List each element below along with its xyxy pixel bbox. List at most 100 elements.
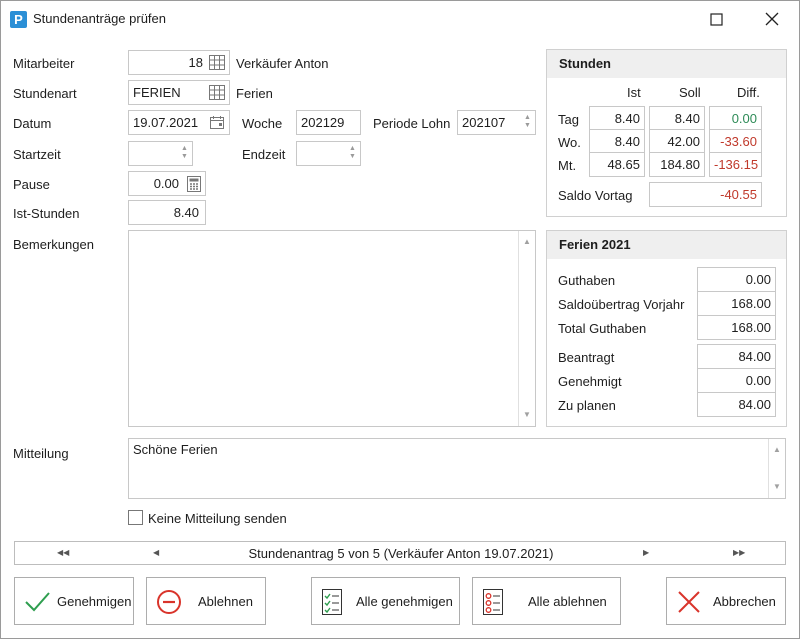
ferien-total-guthaben: 168.00 bbox=[697, 315, 776, 340]
ferien-row-label: Saldoübertrag Vorjahr bbox=[558, 297, 685, 312]
periode-field[interactable]: 202107 ▲ ▼ bbox=[457, 110, 536, 135]
record-navigator: ◀◀ ◀ Stundenantrag 5 von 5 (Verkäufer An… bbox=[14, 541, 786, 565]
stunden-row-label: Mt. bbox=[558, 158, 577, 173]
keine-mitteilung-label: Keine Mitteilung senden bbox=[148, 511, 287, 526]
periode-label: Periode Lohn bbox=[373, 116, 451, 131]
startzeit-spinner[interactable]: ▲ ▼ bbox=[181, 145, 189, 161]
calculator-icon[interactable] bbox=[187, 176, 201, 192]
scroll-down-icon[interactable]: ▼ bbox=[773, 479, 781, 495]
ferien-row-label: Total Guthaben bbox=[558, 321, 647, 336]
scroll-up-icon[interactable]: ▲ bbox=[773, 442, 781, 458]
keine-mitteilung-checkbox[interactable] bbox=[128, 510, 143, 525]
ferien-row-label: Guthaben bbox=[558, 273, 616, 288]
stunden-ist-woche: 8.40 bbox=[589, 129, 645, 154]
calculator-grid-icon[interactable] bbox=[209, 55, 225, 70]
periode-spinner[interactable]: ▲ ▼ bbox=[524, 114, 532, 130]
stunden-row-label: Tag bbox=[558, 112, 579, 127]
ferien-zu-planen: 84.00 bbox=[697, 392, 776, 417]
scroll-down-icon[interactable]: ▼ bbox=[523, 407, 531, 423]
alle-ablehnen-label: Alle ablehnen bbox=[528, 594, 607, 609]
window-title: Stundenanträge prüfen bbox=[33, 11, 166, 26]
alle-ablehnen-button[interactable]: Alle ablehnen bbox=[472, 577, 621, 625]
mitarbeiter-field[interactable]: 18 bbox=[128, 50, 230, 75]
startzeit-field[interactable]: ▲ ▼ bbox=[128, 141, 193, 166]
maximize-icon bbox=[710, 13, 723, 26]
abbrechen-button[interactable]: Abbrechen bbox=[666, 577, 786, 625]
stunden-ist-monat: 48.65 bbox=[589, 152, 645, 177]
stunden-row-label: Wo. bbox=[558, 135, 581, 150]
ferien-row-label: Beantragt bbox=[558, 350, 615, 365]
woche-label: Woche bbox=[242, 116, 283, 131]
stunden-header-ist: Ist bbox=[627, 85, 641, 100]
mitteilung-textarea[interactable]: Schöne Ferien ▲ ▼ bbox=[128, 438, 786, 499]
ist-stunden-field[interactable]: 8.40 bbox=[128, 200, 206, 225]
stunden-diff-tag: 0.00 bbox=[709, 106, 762, 131]
mitarbeiter-label: Mitarbeiter bbox=[13, 56, 75, 71]
ferien-beantragt: 84.00 bbox=[697, 344, 776, 369]
pause-value: 0.00 bbox=[153, 176, 179, 191]
ferien-guthaben: 0.00 bbox=[697, 267, 776, 292]
stundenart-label: Stundenart bbox=[13, 86, 77, 101]
endzeit-field[interactable]: ▲ ▼ bbox=[296, 141, 361, 166]
ferien-genehmigt: 0.00 bbox=[697, 368, 776, 393]
stunden-panel: Stunden Ist Soll Diff. Tag 8.40 8.40 0.0… bbox=[546, 49, 787, 217]
mitteilung-scrollbar[interactable]: ▲ ▼ bbox=[768, 439, 785, 498]
alle-genehmigen-button[interactable]: Alle genehmigen bbox=[311, 577, 460, 625]
ablehnen-button[interactable]: Ablehnen bbox=[146, 577, 266, 625]
bemerkungen-scrollbar[interactable]: ▲ ▼ bbox=[518, 231, 535, 426]
calendar-icon[interactable] bbox=[209, 115, 225, 130]
startzeit-label: Startzeit bbox=[13, 147, 61, 162]
bemerkungen-label: Bemerkungen bbox=[13, 237, 94, 252]
ferien-row-label: Zu planen bbox=[558, 398, 616, 413]
bemerkungen-textarea[interactable]: ▲ ▼ bbox=[128, 230, 536, 427]
stunden-header-soll: Soll bbox=[679, 85, 701, 100]
stunden-soll-woche: 42.00 bbox=[649, 129, 705, 154]
pause-field[interactable]: 0.00 bbox=[128, 171, 206, 196]
mitarbeiter-value: 18 bbox=[188, 55, 203, 70]
ferien-panel-title: Ferien 2021 bbox=[547, 231, 786, 259]
stundenart-field[interactable]: FERIEN bbox=[128, 80, 230, 105]
genehmigen-label: Genehmigen bbox=[57, 594, 132, 609]
ablehnen-label: Ablehnen bbox=[198, 594, 253, 609]
genehmigen-button[interactable]: Genehmigen bbox=[14, 577, 134, 625]
stunden-panel-title: Stunden bbox=[547, 50, 786, 78]
saldo-vortag-value: -40.55 bbox=[649, 182, 762, 207]
datum-field[interactable]: 19.07.2021 bbox=[128, 110, 230, 135]
checklist-approve-icon bbox=[322, 589, 342, 615]
abbrechen-label: Abbrechen bbox=[713, 594, 776, 609]
datum-label: Datum bbox=[13, 116, 52, 131]
maximize-button[interactable] bbox=[701, 5, 731, 33]
close-icon bbox=[765, 12, 779, 26]
datum-value: 19.07.2021 bbox=[133, 115, 199, 130]
mitteilung-value: Schöne Ferien bbox=[133, 442, 218, 457]
stunden-diff-monat: -136.15 bbox=[709, 152, 762, 177]
lookup-grid-icon[interactable] bbox=[209, 85, 225, 100]
checkmark-icon bbox=[25, 592, 50, 612]
ferien-row-label: Genehmigt bbox=[558, 374, 622, 389]
woche-field[interactable]: 202129 bbox=[296, 110, 361, 135]
stundenart-value: FERIEN bbox=[133, 85, 181, 100]
mitteilung-label: Mitteilung bbox=[13, 446, 69, 461]
next-record-icon[interactable]: ▶ bbox=[643, 548, 649, 557]
stunden-soll-monat: 184.80 bbox=[649, 152, 705, 177]
stundenart-name: Ferien bbox=[236, 86, 273, 101]
ferien-panel: Ferien 2021 Guthaben 0.00 Saldoübertrag … bbox=[546, 230, 787, 427]
pause-label: Pause bbox=[13, 177, 50, 192]
endzeit-spinner[interactable]: ▲ ▼ bbox=[349, 145, 357, 161]
stunden-soll-tag: 8.40 bbox=[649, 106, 705, 131]
last-record-icon[interactable]: ▶▶ bbox=[733, 548, 745, 557]
minus-circle-icon bbox=[157, 590, 181, 614]
stunden-header-diff: Diff. bbox=[737, 85, 760, 100]
scroll-up-icon[interactable]: ▲ bbox=[523, 234, 531, 250]
mitarbeiter-name: Verkäufer Anton bbox=[236, 56, 329, 71]
alle-genehmigen-label: Alle genehmigen bbox=[356, 594, 453, 609]
navigator-text: Stundenantrag 5 von 5 (Verkäufer Anton 1… bbox=[248, 546, 554, 561]
close-button[interactable] bbox=[757, 5, 787, 33]
checklist-reject-icon bbox=[483, 589, 503, 615]
dialog-window: P Stundenanträge prüfen Mitarbeiter 18 V… bbox=[0, 0, 800, 639]
ferien-saldouebertrag: 168.00 bbox=[697, 291, 776, 316]
app-icon: P bbox=[10, 11, 27, 28]
stunden-ist-tag: 8.40 bbox=[589, 106, 645, 131]
stunden-diff-woche: -33.60 bbox=[709, 129, 762, 154]
endzeit-label: Endzeit bbox=[242, 147, 286, 162]
